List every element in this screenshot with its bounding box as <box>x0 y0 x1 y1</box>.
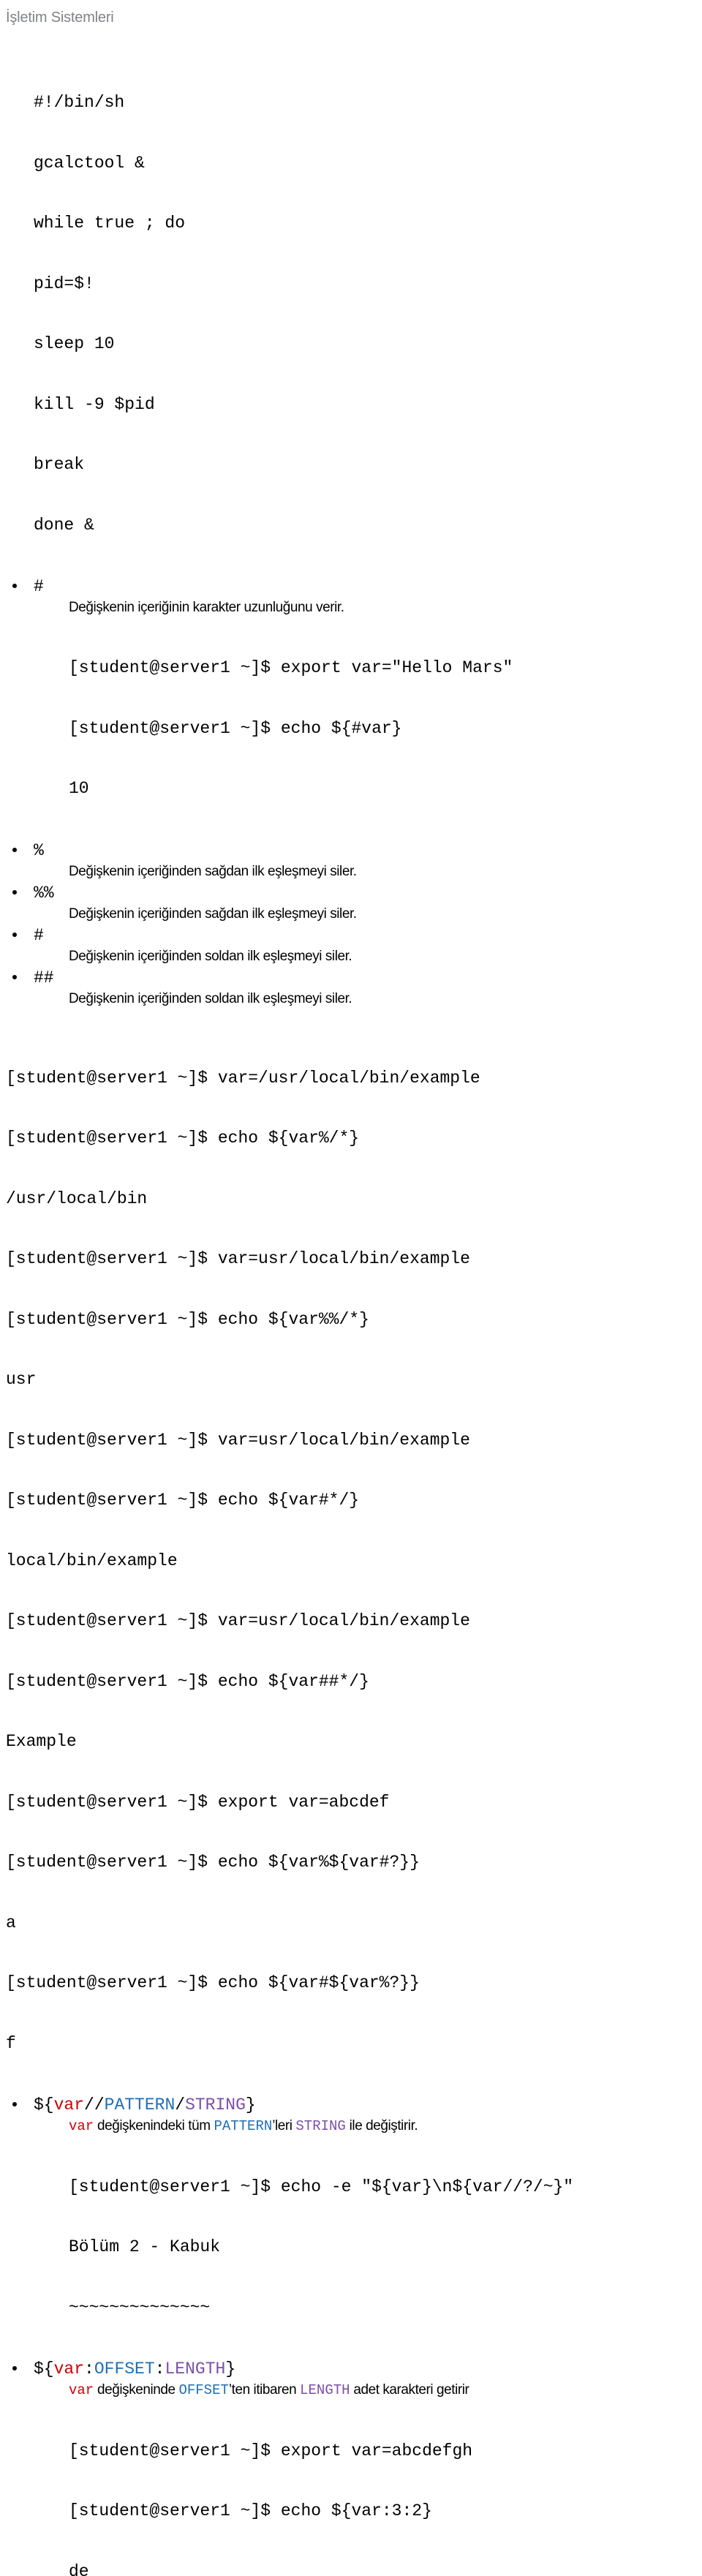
desc-text: değişkeninde <box>94 2382 178 2398</box>
top-spacer <box>6 26 695 53</box>
list-item: ${var:OFFSET:LENGTH} var değişkeninde OF… <box>6 2358 695 2576</box>
list-item: # Değişkenin içeriğinden soldan ilk eşle… <box>6 924 695 967</box>
terminal-line: [student@server1 ~]$ export var="Hello M… <box>69 658 695 679</box>
syntax-sep: : <box>84 2360 94 2379</box>
syntax-offset: OFFSET <box>94 2360 155 2379</box>
script-line: done & <box>34 516 695 536</box>
terminal-line: Bölüm 2 - Kabuk <box>69 2237 695 2258</box>
terminal-line: Example <box>6 1732 695 1752</box>
desc-text: değişkenindeki tüm <box>94 2118 214 2134</box>
terminal-line: [student@server1 ~]$ echo ${var%/*} <box>6 1129 695 1149</box>
terminal-line: f <box>6 2034 695 2055</box>
script-line: kill -9 $pid <box>34 395 695 415</box>
desc-offset: OFFSET <box>178 2382 228 2398</box>
terminal-line: [student@server1 ~]$ echo ${#var} <box>69 719 695 739</box>
terminal-line: [student@server1 ~]$ var=usr/local/bin/e… <box>6 1431 695 1451</box>
syntax-length: LENGTH <box>165 2360 225 2379</box>
operator-bullet-list: # Değişkenin içeriğinin karakter uzunluğ… <box>6 576 695 1009</box>
desc-text: ’ten itibaren <box>229 2382 300 2398</box>
terminal-line: 10 <box>69 779 695 799</box>
section-gap <box>6 1009 695 1028</box>
desc-text: ile değiştirir. <box>346 2118 418 2134</box>
substring-bullet-list: ${var:OFFSET:LENGTH} var değişkeninde OF… <box>6 2358 695 2576</box>
script-line: gcalctool & <box>34 154 695 174</box>
page-content: #!/bin/sh gcalctool & while true ; do pi… <box>0 26 702 2576</box>
syntax-suffix: } <box>225 2360 235 2379</box>
desc-string: STRING <box>295 2118 345 2134</box>
operator-description: Değişkenin içeriğinden soldan ilk eşleşm… <box>34 946 695 967</box>
operator-symbol: %% <box>34 882 695 904</box>
list-item: ## Değişkenin içeriğinden soldan ilk eşl… <box>6 967 695 1009</box>
terminal-line: [student@server1 ~]$ echo ${var##*/} <box>6 1672 695 1692</box>
terminal-line: [student@server1 ~]$ export var=abcdef <box>6 1793 695 1813</box>
terminal-line: de <box>69 2562 695 2576</box>
desc-pattern: PATTERN <box>214 2118 272 2134</box>
operator-symbol: # <box>34 924 695 946</box>
document-page: İşletim Sistemleri #!/bin/sh gcalctool &… <box>0 0 702 2576</box>
terminal-line: [student@server1 ~]$ echo ${var%%/*} <box>6 1310 695 1330</box>
operator-description: Değişkenin içeriğinin karakter uzunluğun… <box>34 598 695 618</box>
shell-script-block: #!/bin/sh gcalctool & while true ; do pi… <box>6 53 695 576</box>
replace-example: [student@server1 ~]$ echo -e "${var}\n${… <box>34 2137 695 2359</box>
operator-description: Değişkenin içeriğinden soldan ilk eşleşm… <box>34 989 695 1009</box>
operator-symbol: % <box>34 840 695 862</box>
terminal-line: [student@server1 ~]$ export var=abcdefgh <box>69 2441 695 2462</box>
syntax-var: var <box>54 2095 84 2114</box>
desc-length: LENGTH <box>300 2382 350 2398</box>
terminal-line: [student@server1 ~]$ echo ${var:3:2} <box>69 2501 695 2522</box>
list-item: # Değişkenin içeriğinin karakter uzunluğ… <box>6 576 695 840</box>
syntax-prefix: ${ <box>34 2360 54 2379</box>
terminal-line: ~~~~~~~~~~~~~~ <box>69 2298 695 2319</box>
terminal-line: [student@server1 ~]$ echo -e "${var}\n${… <box>69 2177 695 2198</box>
syntax-pattern: PATTERN <box>105 2095 176 2114</box>
operator-symbol: # <box>34 576 695 598</box>
syntax-prefix: ${ <box>34 2095 54 2114</box>
terminal-line: [student@server1 ~]$ echo ${var%${var#?}… <box>6 1853 695 1873</box>
syntax-string: STRING <box>185 2095 246 2114</box>
script-line: sleep 10 <box>34 334 695 355</box>
syntax-var: var <box>54 2360 84 2379</box>
script-line: while true ; do <box>34 214 695 234</box>
terminal-line: a <box>6 1913 695 1934</box>
list-item: %% Değişkenin içeriğinden sağdan ilk eşl… <box>6 882 695 924</box>
running-header: İşletim Sistemleri <box>0 0 702 26</box>
script-line: break <box>34 455 695 475</box>
syntax-sep: // <box>84 2095 105 2114</box>
replace-syntax: ${var//PATTERN/STRING} <box>34 2094 695 2116</box>
desc-var: var <box>69 2382 94 2398</box>
terminal-line: local/bin/example <box>6 1551 695 1572</box>
substring-example: [student@server1 ~]$ export var=abcdefgh… <box>34 2401 695 2576</box>
desc-var: var <box>69 2118 94 2134</box>
substring-description: var değişkeninde OFFSET’ten itibaren LEN… <box>34 2380 695 2401</box>
syntax-sep: / <box>175 2095 185 2114</box>
terminal-line: usr <box>6 1370 695 1390</box>
syntax-sep: : <box>155 2360 165 2379</box>
terminal-line: /usr/local/bin <box>6 1189 695 1210</box>
terminal-line: [student@server1 ~]$ var=usr/local/bin/e… <box>6 1611 695 1632</box>
operator-example: [student@server1 ~]$ export var="Hello M… <box>34 618 695 840</box>
list-item: % Değişkenin içeriğinden sağdan ilk eşle… <box>6 840 695 882</box>
list-item: ${var//PATTERN/STRING} var değişkenindek… <box>6 2094 695 2358</box>
script-line: pid=$! <box>34 274 695 295</box>
terminal-transcript: [student@server1 ~]$ var=/usr/local/bin/… <box>6 1028 695 2095</box>
terminal-line: [student@server1 ~]$ echo ${var#*/} <box>6 1491 695 1511</box>
replace-description: var değişkenindeki tüm PATTERN’leri STRI… <box>34 2116 695 2137</box>
terminal-line: [student@server1 ~]$ var=/usr/local/bin/… <box>6 1069 695 1089</box>
operator-description: Değişkenin içeriğinden sağdan ilk eşleşm… <box>34 862 695 882</box>
terminal-line: [student@server1 ~]$ var=usr/local/bin/e… <box>6 1249 695 1270</box>
operator-description: Değişkenin içeriğinden sağdan ilk eşleşm… <box>34 904 695 924</box>
operator-symbol: ## <box>34 967 695 989</box>
substring-syntax: ${var:OFFSET:LENGTH} <box>34 2358 695 2380</box>
terminal-line: [student@server1 ~]$ echo ${var#${var%?}… <box>6 1973 695 1994</box>
desc-text: ’leri <box>272 2118 295 2134</box>
desc-text: adet karakteri getirir <box>350 2382 469 2398</box>
script-line: #!/bin/sh <box>34 93 695 113</box>
replace-bullet-list: ${var//PATTERN/STRING} var değişkenindek… <box>6 2094 695 2358</box>
syntax-suffix: } <box>246 2095 256 2114</box>
